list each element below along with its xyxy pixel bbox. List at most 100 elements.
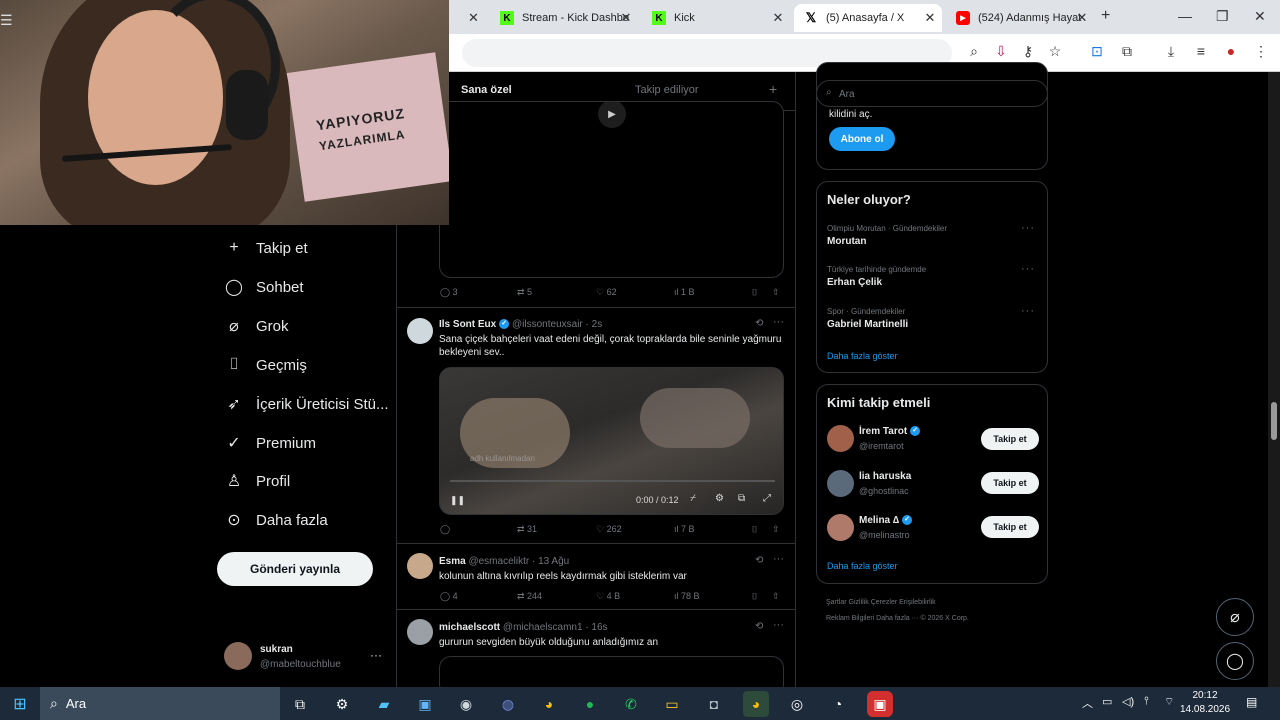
- like-icon[interactable]: ♡ 262: [596, 524, 622, 535]
- share-icon[interactable]: ⇧: [772, 591, 780, 602]
- tweet-video[interactable]: ▶: [439, 101, 784, 278]
- share-icon[interactable]: ⇧: [772, 287, 780, 298]
- add-tab-icon[interactable]: +: [769, 81, 777, 97]
- app-icon[interactable]: ▣: [867, 691, 893, 717]
- download-icon[interactable]: ⤓: [1161, 43, 1181, 60]
- messages-icon[interactable]: ◯: [1216, 642, 1254, 680]
- translate-icon[interactable]: ⊡: [1087, 43, 1107, 60]
- bookmark-icon[interactable]: ⌷: [752, 287, 757, 298]
- bookmark-star-icon[interactable]: ☆: [1045, 43, 1065, 60]
- grok-icon[interactable]: ⌀: [1216, 598, 1254, 636]
- settings-icon[interactable]: ⚙: [329, 691, 355, 717]
- nav-premium[interactable]: ✓ Premium: [224, 428, 316, 458]
- more-options-icon[interactable]: ···: [1021, 222, 1035, 234]
- bookmark-icon[interactable]: ⌷: [752, 524, 757, 535]
- media-control-icon[interactable]: ≡: [1191, 43, 1211, 59]
- more-options-icon[interactable]: ···: [1021, 263, 1035, 275]
- post-button[interactable]: Gönderi yayınla: [217, 552, 373, 586]
- app-icon[interactable]: ◔: [825, 691, 851, 717]
- zoom-icon[interactable]: ⌕: [964, 43, 984, 60]
- follow-button[interactable]: Takip et: [981, 428, 1039, 450]
- more-options-icon[interactable]: ···: [773, 553, 784, 565]
- follow-button[interactable]: Takip et: [981, 472, 1039, 494]
- tab-kick-dashboard[interactable]: K Stream - Kick Dashbo ✕: [490, 4, 638, 32]
- install-app-icon[interactable]: ⇩: [991, 43, 1011, 60]
- tweet-media[interactable]: [439, 656, 784, 687]
- nav-history[interactable]: ⌷ Geçmiş: [224, 350, 307, 380]
- reply-icon[interactable]: ◯ 3: [440, 287, 458, 298]
- scrollbar[interactable]: [1268, 72, 1280, 687]
- tweet-video[interactable]: adh kullanılmadan ❚❚ 0:00 / 0:12 ⌿ ⚙ ⧉ ⤢: [439, 367, 784, 515]
- like-icon[interactable]: ♡ 62: [596, 287, 617, 298]
- author-name[interactable]: michaelscott: [439, 622, 500, 633]
- close-tab-icon[interactable]: ✕: [468, 10, 479, 26]
- close-tab-icon[interactable]: ✕: [770, 10, 786, 26]
- spotify-icon[interactable]: ●: [577, 691, 603, 717]
- suggestion-name[interactable]: Melina ∆ ✓: [859, 515, 913, 526]
- author-name[interactable]: Esma: [439, 556, 466, 567]
- notifications-icon[interactable]: ▤: [1246, 695, 1257, 709]
- minimize-icon[interactable]: —: [1178, 8, 1192, 24]
- show-more-link[interactable]: Daha fazla göster: [827, 351, 898, 361]
- profile-avatar-icon[interactable]: ●: [1221, 43, 1241, 59]
- obs-icon[interactable]: ◎: [784, 691, 810, 717]
- nav-chat[interactable]: ◯ Sohbet: [224, 272, 304, 302]
- scrollbar-thumb[interactable]: [1271, 402, 1277, 440]
- footer-links[interactable]: Şartlar Gizlilik Çerezler Erişilebilirli…: [826, 599, 936, 606]
- more-options-icon[interactable]: ···: [1021, 305, 1035, 317]
- tab-for-you[interactable]: Sana özel: [461, 84, 512, 96]
- show-more-link[interactable]: Daha fazla göster: [827, 561, 898, 571]
- follow-button[interactable]: Takip et: [981, 516, 1039, 538]
- nav-creator-studio[interactable]: ➶ İçerik Üreticisi Stü...: [224, 389, 388, 419]
- reply-icon[interactable]: ◯: [440, 524, 450, 535]
- tweet[interactable]: ▶ ◯ 3 ⇄ 5 ♡ 62 ıl 1 B ⌷ ⇧: [397, 101, 795, 308]
- browser-menu-icon[interactable]: ⋮: [1251, 43, 1271, 60]
- tab-following[interactable]: Takip ediliyor: [635, 84, 699, 96]
- chrome-icon[interactable]: ◕: [536, 691, 562, 717]
- extensions-icon[interactable]: ⧉: [1117, 43, 1137, 60]
- nav-more[interactable]: ⊙ Daha fazla: [224, 505, 327, 535]
- app-icon[interactable]: ▰: [371, 691, 397, 717]
- more-options-icon[interactable]: ···: [370, 648, 382, 662]
- retweet-icon[interactable]: ⇄ 244: [517, 591, 542, 602]
- pause-icon[interactable]: ❚❚: [450, 495, 465, 506]
- camera-icon[interactable]: ◘: [701, 691, 727, 717]
- author-name[interactable]: Ils Sont Eux: [439, 319, 496, 330]
- wifi-icon[interactable]: ⌔: [1164, 695, 1174, 709]
- more-options-icon[interactable]: ···: [773, 619, 784, 631]
- views-icon[interactable]: ıl 78 B: [674, 591, 700, 601]
- close-tab-icon[interactable]: ✕: [922, 10, 938, 26]
- trend-title[interactable]: Gabriel Martinelli: [827, 319, 908, 330]
- microphone-icon[interactable]: ⫯: [1144, 695, 1149, 708]
- trend-title[interactable]: Erhan Çelik: [827, 277, 882, 288]
- account-switcher[interactable]: sukran @mabeltouchblue ···: [224, 640, 394, 674]
- file-explorer-icon[interactable]: ▭: [659, 691, 685, 717]
- volume-icon[interactable]: ◁): [1122, 695, 1134, 708]
- task-view-icon[interactable]: ⧉: [287, 691, 313, 717]
- taskbar-search[interactable]: ⌕ Ara: [40, 687, 280, 720]
- suggestion-name[interactable]: lia haruska: [859, 471, 911, 482]
- new-tab-icon[interactable]: +: [1101, 7, 1110, 25]
- video-progress-bar[interactable]: [450, 480, 775, 482]
- picture-in-picture-icon[interactable]: ⧉: [738, 493, 745, 504]
- tab-youtube[interactable]: ▶ (524) Adanmış Hayat ✕: [946, 4, 1094, 32]
- system-clock[interactable]: 20:12 14.08.2026: [1180, 689, 1230, 717]
- tweet[interactable]: michaelscott @michaelscamn1 · 16s ⟲ ··· …: [397, 610, 795, 687]
- password-key-icon[interactable]: ⚷: [1018, 43, 1038, 60]
- app-icon[interactable]: ▣: [412, 691, 438, 717]
- footer-links[interactable]: Reklam Bilgileri Daha fazla ··· © 2026 X…: [826, 615, 969, 622]
- share-icon[interactable]: ⇧: [772, 524, 780, 535]
- search-input[interactable]: ⌕ Ara: [816, 80, 1048, 107]
- chrome-active-icon[interactable]: ◕: [743, 691, 769, 717]
- close-tab-icon[interactable]: ✕: [1074, 10, 1090, 26]
- close-window-icon[interactable]: ✕: [1254, 8, 1266, 25]
- tray-chevron-icon[interactable]: ︿: [1082, 695, 1093, 711]
- grok-icon[interactable]: ⟲: [755, 318, 763, 329]
- more-options-icon[interactable]: ···: [773, 316, 784, 328]
- views-icon[interactable]: ıl 1 B: [674, 287, 695, 297]
- whatsapp-icon[interactable]: ✆: [618, 691, 644, 717]
- settings-icon[interactable]: ⚙: [715, 493, 724, 504]
- maximize-icon[interactable]: ❐: [1216, 8, 1229, 25]
- mute-icon[interactable]: ⌿: [690, 493, 696, 504]
- discord-icon[interactable]: ◍: [495, 691, 521, 717]
